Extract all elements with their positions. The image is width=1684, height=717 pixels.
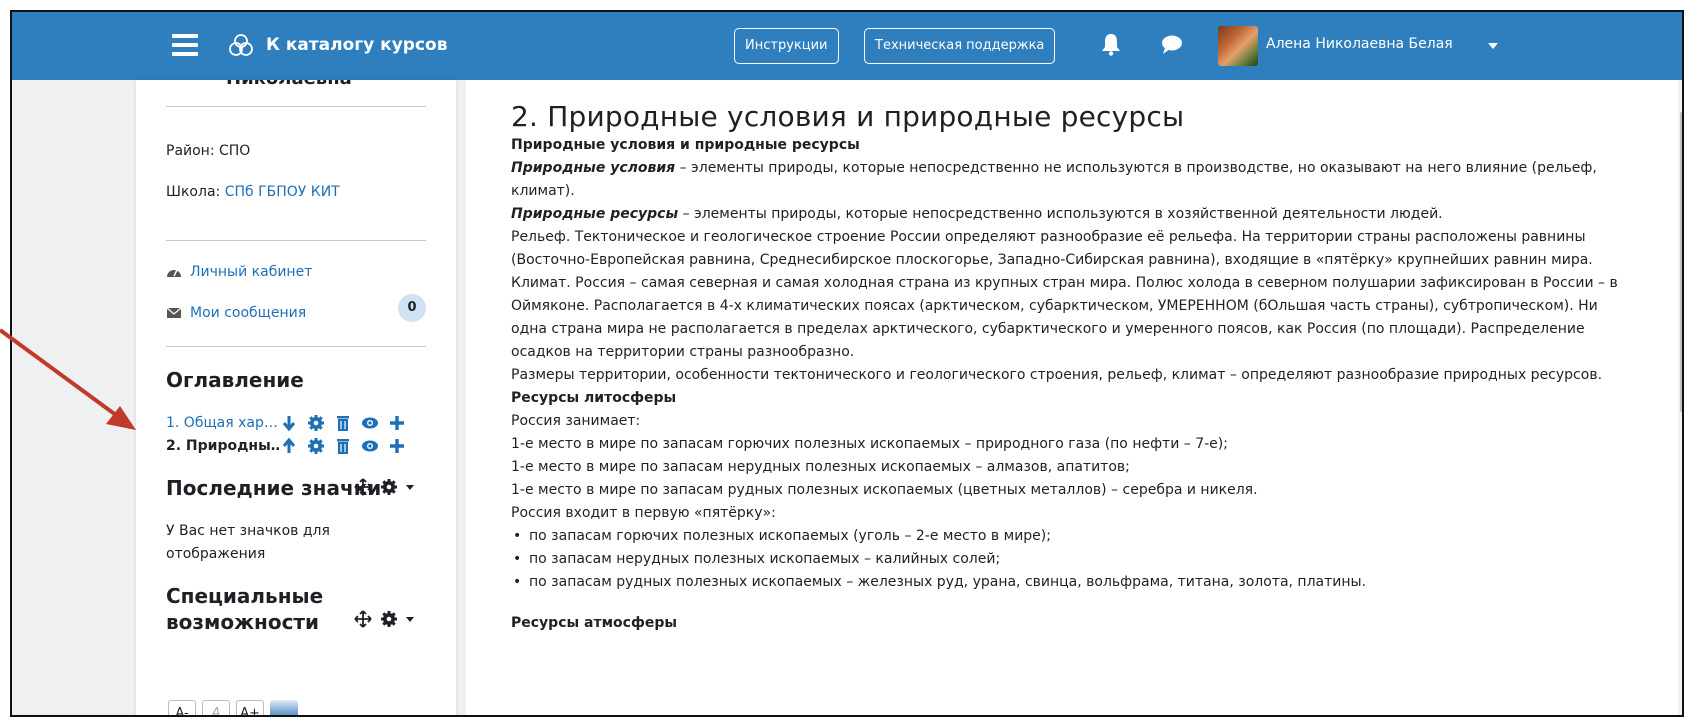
visibility-eye-icon[interactable] (361, 414, 379, 432)
font-reset-button[interactable]: A (202, 700, 230, 715)
move-up-icon[interactable] (280, 437, 298, 455)
main-content: 2. Природные условия и природные ресурсы… (466, 80, 1680, 715)
toc-item-active: 2. Природны… (166, 435, 406, 457)
school-link[interactable]: СПб ГБПОУ КИТ (225, 184, 340, 200)
my-messages-link[interactable]: Мои сообщения (166, 305, 306, 321)
accessibility-block-controls (354, 610, 414, 628)
catalog-link[interactable]: К каталогу курсов (266, 35, 447, 55)
top-navbar: К каталогу курсов Инструкции Техническая… (12, 12, 1682, 80)
list-item: по запасам рудных полезных ископаемых – … (511, 571, 1621, 594)
personal-cabinet-label: Личный кабинет (190, 264, 313, 280)
top5-list: по запасам горючих полезных ископаемых (… (511, 525, 1621, 594)
font-size-controls: A- A A+ (168, 700, 298, 715)
no-badges-text: У Вас нет значков для отображения (166, 523, 330, 562)
divider (166, 106, 426, 107)
accessibility-heading-line1: Специальные (166, 584, 324, 608)
notifications-bell-icon[interactable] (1100, 32, 1122, 56)
chevron-down-icon[interactable] (406, 616, 414, 622)
profile-name-fragment: Николаевна (226, 80, 352, 89)
section-subtitle: Природные условия и природные ресурсы (511, 137, 860, 153)
definition-resources: – элементы природы, которые непосредстве… (678, 206, 1443, 222)
school-label: Школа: (166, 184, 221, 200)
school-row: Школа: СПб ГБПОУ КИТ (166, 184, 340, 200)
instructions-button[interactable]: Инструкции (734, 28, 839, 64)
envelope-icon (166, 307, 182, 318)
page-title: 2. Природные условия и природные ресурсы (511, 100, 1185, 133)
paragraph-sizes: Размеры территории, особенности тектонич… (511, 367, 1603, 383)
menu-toggle-icon[interactable] (172, 34, 198, 56)
district-text: Район: СПО (166, 143, 251, 159)
annotation-arrow (0, 328, 136, 430)
lithosphere-heading: Ресурсы литосферы (511, 390, 677, 406)
user-menu-name[interactable]: Алена Николаевна Белая (1266, 36, 1453, 52)
chevron-down-icon[interactable] (406, 484, 414, 490)
add-plus-icon[interactable] (388, 414, 406, 432)
place-line: 1-е место в мире по запасам нерудных пол… (511, 459, 1130, 475)
paragraph-climate: Климат. Россия – самая северная и самая … (511, 275, 1618, 360)
paragraph-conditions: Природные условия – элементы природы, ко… (511, 157, 1621, 203)
my-messages-label: Мои сообщения (190, 305, 307, 321)
personal-cabinet-link[interactable]: Личный кабинет (166, 264, 312, 280)
messages-chat-icon[interactable] (1160, 34, 1184, 56)
font-decrease-button[interactable]: A- (168, 700, 196, 715)
screenshot-frame: К каталогу курсов Инструкции Техническая… (10, 10, 1684, 717)
scrollbar-thumb[interactable] (1680, 112, 1682, 412)
delete-trash-icon[interactable] (334, 437, 352, 455)
user-avatar[interactable] (1218, 26, 1258, 66)
left-sidebar: Николаевна Район: СПО Школа: СПб ГБПОУ К… (136, 80, 456, 715)
term-resources: Природные ресурсы (511, 206, 679, 222)
settings-gear-icon[interactable] (307, 437, 325, 455)
term-conditions: Природные условия (511, 160, 676, 176)
lithosphere-intro: Россия занимает: (511, 413, 641, 429)
font-increase-button[interactable]: A+ (236, 700, 264, 715)
delete-trash-icon[interactable] (334, 414, 352, 432)
lesson-body: Природные условия и природные ресурсы Пр… (511, 134, 1621, 635)
dashboard-gauge-icon (167, 269, 181, 277)
toc-item-current[interactable]: 2. Природны… (166, 438, 280, 454)
save-settings-icon[interactable] (270, 700, 298, 715)
recent-badges-heading: Последние значки (166, 476, 382, 500)
list-item: по запасам горючих полезных ископаемых (… (511, 525, 1621, 548)
list-item: по запасам нерудных полезных ископаемых … (511, 548, 1621, 571)
support-button[interactable]: Техническая поддержка (864, 28, 1056, 64)
user-menu-caret-icon[interactable] (1488, 43, 1498, 49)
atmosphere-heading: Ресурсы атмосферы (511, 615, 678, 631)
paragraph-relief: Рельеф. Тектоническое и геологическое ст… (511, 229, 1593, 268)
divider (166, 346, 426, 347)
accessibility-heading-line2: возможности (166, 610, 320, 634)
place-line: 1-е место в мире по запасам горючих поле… (511, 436, 1228, 452)
block-settings-gear-icon[interactable] (380, 610, 398, 628)
paragraph-resources: Природные ресурсы – элементы природы, ко… (511, 203, 1621, 226)
move-arrows-icon[interactable] (354, 478, 372, 496)
move-arrows-icon[interactable] (354, 610, 372, 628)
move-down-icon[interactable] (280, 414, 298, 432)
place-line: 1-е место в мире по запасам рудных полез… (511, 482, 1258, 498)
toc-heading: Оглавление (166, 368, 304, 392)
divider (166, 240, 426, 241)
messages-count-badge: 0 (398, 294, 426, 322)
top5-intro: Россия входит в первую «пятёрку»: (511, 505, 776, 521)
toc-item-link[interactable]: 1. Общая хар… (166, 415, 280, 431)
badges-block-controls (354, 478, 414, 496)
visibility-eye-icon[interactable] (361, 437, 379, 455)
settings-gear-icon[interactable] (307, 414, 325, 432)
toc-item: 1. Общая хар… (166, 412, 406, 434)
catalog-logo-icon[interactable] (226, 30, 256, 60)
add-plus-icon[interactable] (388, 437, 406, 455)
block-settings-gear-icon[interactable] (380, 478, 398, 496)
